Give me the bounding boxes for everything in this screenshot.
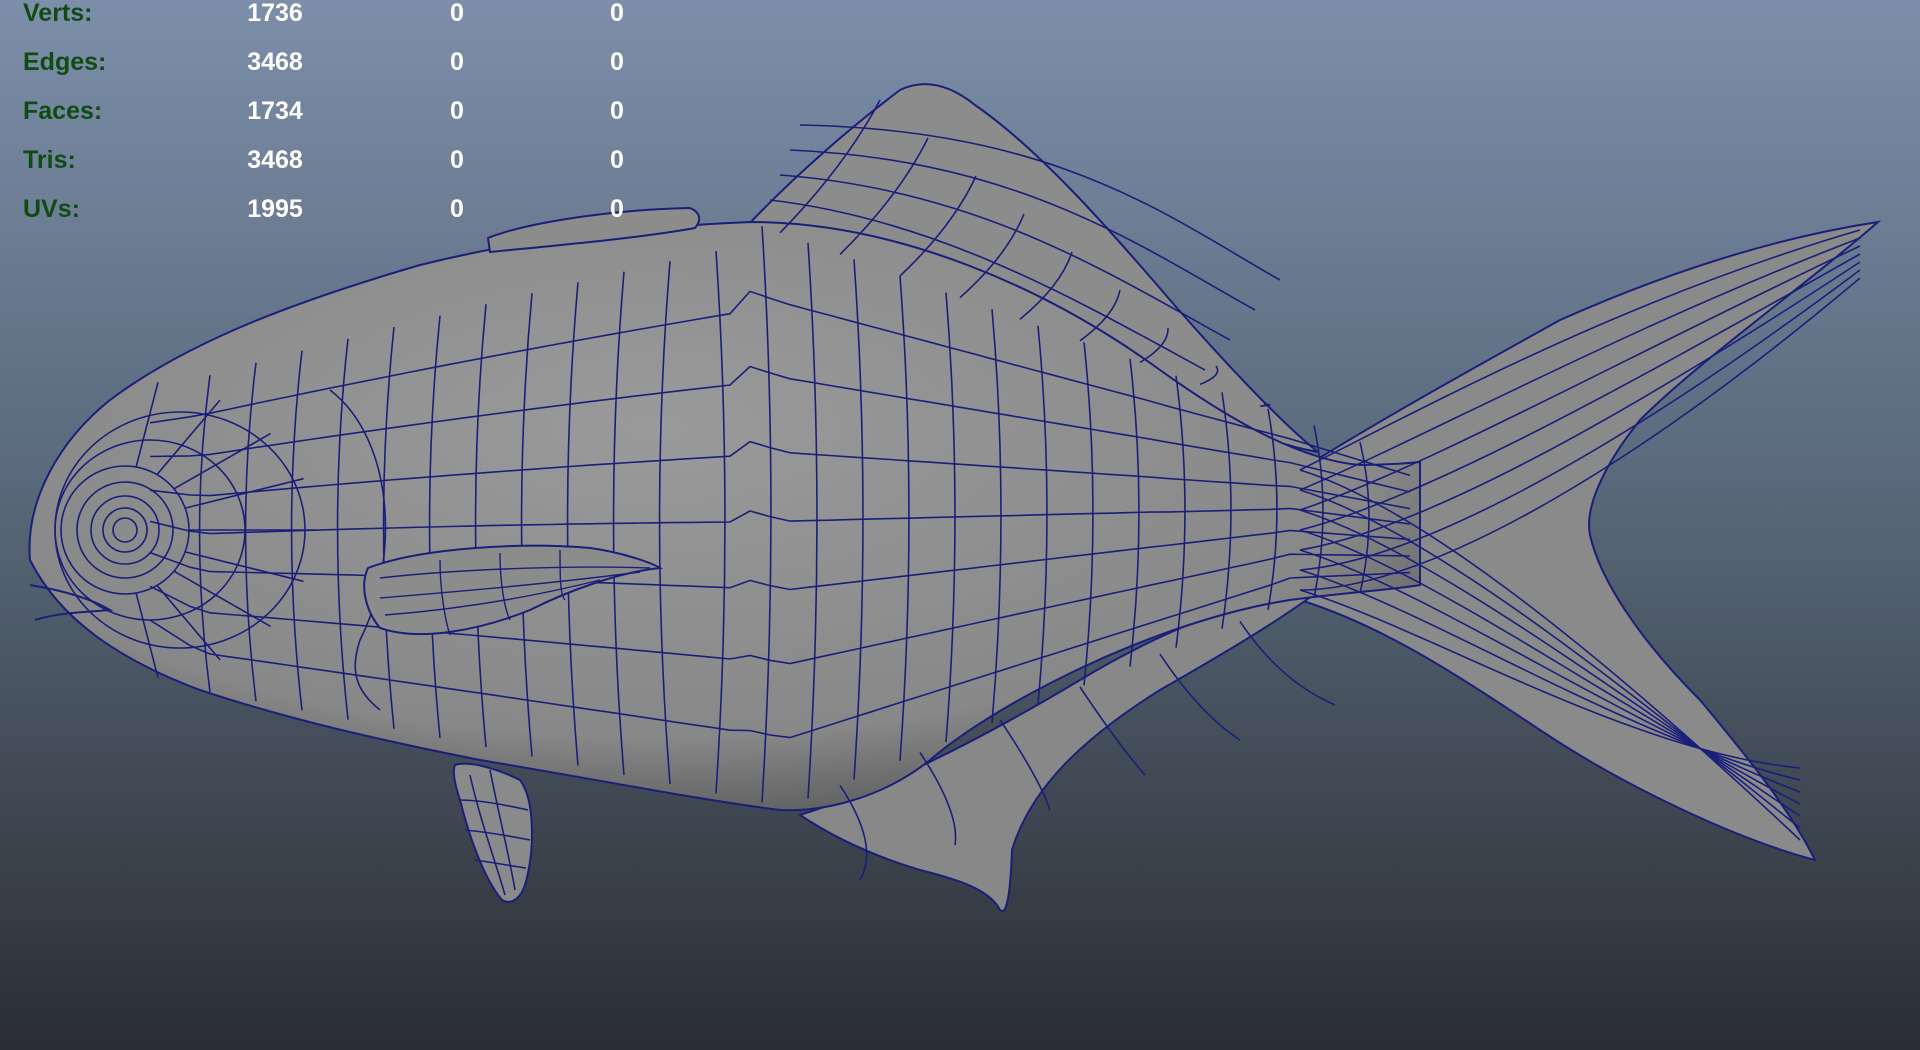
hud-value-selected: 0 <box>450 48 464 76</box>
hud-value-total: 1995 <box>247 195 303 223</box>
hud-label: Tris: <box>23 146 76 174</box>
hud-label: Verts: <box>23 0 93 27</box>
hud-value-selected: 0 <box>450 0 464 27</box>
hud-value-tris-selected: 0 <box>610 48 624 76</box>
hud-row-verts: Verts: 1736 0 0 <box>0 0 700 28</box>
hud-label: Faces: <box>23 97 103 125</box>
hud-value-selected: 0 <box>450 195 464 223</box>
hud-row-tris: Tris: 3468 0 0 <box>0 145 700 175</box>
perspective-viewport[interactable]: Verts: 1736 0 0 Edges: 3468 0 0 Faces: 1… <box>0 0 1920 1050</box>
hud-value-tris-selected: 0 <box>610 97 624 125</box>
hud-value-selected: 0 <box>450 146 464 174</box>
hud-row-faces: Faces: 1734 0 0 <box>0 96 700 126</box>
hud-value-tris-selected: 0 <box>610 195 624 223</box>
hud-row-edges: Edges: 3468 0 0 <box>0 47 700 77</box>
hud-value-tris-selected: 0 <box>610 146 624 174</box>
hud-value-total: 3468 <box>247 146 303 174</box>
hud-value-selected: 0 <box>450 97 464 125</box>
hud-row-uvs: UVs: 1995 0 0 <box>0 194 700 224</box>
hud-label: UVs: <box>23 195 80 223</box>
hud-value-total: 1734 <box>247 97 303 125</box>
poly-count-hud: Verts: 1736 0 0 Edges: 3468 0 0 Faces: 1… <box>0 0 700 240</box>
hud-value-total: 1736 <box>247 0 303 27</box>
hud-value-tris-selected: 0 <box>610 0 624 27</box>
hud-value-total: 3468 <box>247 48 303 76</box>
hud-label: Edges: <box>23 48 107 76</box>
